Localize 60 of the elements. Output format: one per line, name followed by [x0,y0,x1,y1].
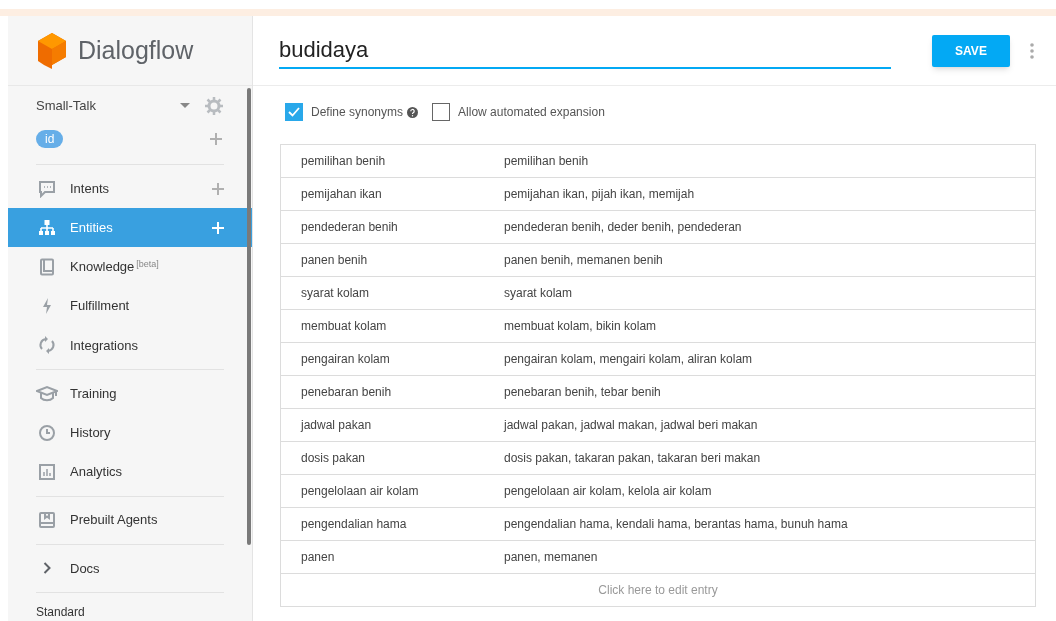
reference-value[interactable]: pengendalian hama [281,515,504,533]
chat-bubble-icon [38,179,56,198]
synonyms-text[interactable]: membuat kolam, bikin kolam [504,317,1035,335]
synonyms-text[interactable]: syarat kolam [504,284,1035,302]
dropdown-caret-icon[interactable] [180,103,190,109]
graduation-cap-icon [36,384,58,403]
checkbox[interactable] [432,103,451,121]
reference-value[interactable]: pemijahan ikan [281,185,504,203]
sidebar-item[interactable]: Knowledge$^{[beta]}$ [8,247,252,287]
agent-name[interactable]: Small-Talk [36,96,180,116]
logo-text: Dialogflow [78,34,194,66]
chevron-right-icon [43,562,51,575]
clock-icon [38,423,56,442]
scrollbar[interactable] [247,88,251,545]
sidebar-item[interactable]: Intents [8,169,252,209]
bookmark-book-icon [38,511,56,530]
more-options-icon[interactable] [1030,42,1034,59]
add-icon[interactable] [212,182,224,195]
synonyms-text[interactable]: panen, memanen [504,548,1035,566]
sidebar-item[interactable]: Docs [8,548,252,589]
reference-value[interactable]: panen [281,548,504,566]
checkbox[interactable] [285,103,303,121]
reference-value[interactable]: pengairan kolam [281,350,504,368]
book-icon [38,258,56,276]
checkbox-label: Define synonyms [311,104,404,121]
sidebar-item[interactable]: History [8,413,252,453]
reference-value[interactable]: pemilihan benih [281,152,504,170]
reference-value[interactable]: syarat kolam [281,284,504,302]
reference-value[interactable]: panen benih [281,251,504,269]
sidebar-item[interactable]: Fulfillment [8,286,252,326]
checkbox-label: Allow automated expansion [458,104,605,121]
synonyms-text[interactable]: pemilihan benih [504,152,1035,170]
reference-value[interactable]: pendederan benih [281,218,504,236]
entity-name-field[interactable]: budidaya [279,32,891,69]
synonyms-text[interactable]: pengairan kolam, mengairi kolam, aliran kolam [504,350,1035,368]
circular-arrows-icon [38,336,56,355]
bar-chart-icon [38,463,56,481]
synonyms-text[interactable]: pemijahan ikan, pijah ikan, memijah [504,185,1035,203]
sidebar-item[interactable]: Training [8,374,252,414]
help-icon[interactable] [407,106,419,118]
reference-value[interactable]: jadwal pakan [281,416,504,434]
plan-label: Standard [35,604,86,621]
add-language-icon[interactable] [210,133,222,145]
reference-value[interactable]: pengelolaan air kolam [281,482,504,500]
synonyms-text[interactable]: dosis pakan, takaran pakan, takaran beri makan [504,449,1035,467]
sidebar-item[interactable]: Analytics [8,452,252,492]
synonyms-text[interactable]: pengelolaan air kolam, kelola air kolam [504,482,1035,500]
synonyms-text[interactable]: jadwal pakan, jadwal makan, jadwal beri makan [504,416,1035,434]
hierarchy-icon [38,218,56,237]
synonyms-text[interactable]: penebaran benih, tebar benih [504,383,1035,401]
synonyms-text[interactable]: pendederan benih, deder benih, pendederan [504,218,1035,236]
cube-logo-icon [36,30,68,71]
synonyms-text[interactable]: pengendalian hama, kendali hama, berantas hama, bunuh hama [504,515,1035,533]
settings-icon[interactable] [204,96,224,116]
reference-value[interactable]: membuat kolam [281,317,504,335]
synonyms-text[interactable]: panen benih, memanen benih [504,251,1035,269]
sidebar-item[interactable]: Integrations [8,325,252,365]
reference-value[interactable]: dosis pakan [281,449,504,467]
reference-value[interactable]: penebaran benih [281,383,504,401]
sidebar-item[interactable]: Prebuilt Agents [8,500,252,540]
